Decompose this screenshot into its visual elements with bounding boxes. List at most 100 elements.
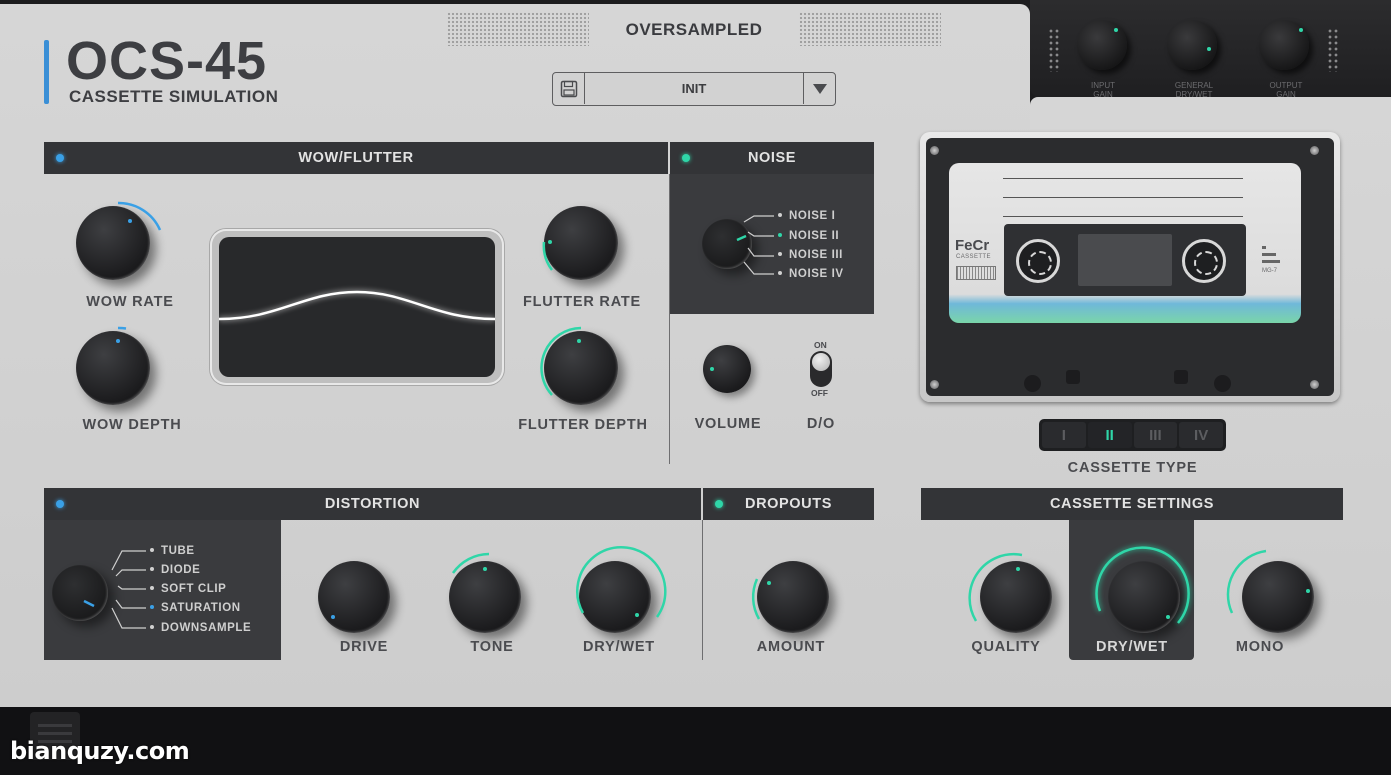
- quality-label: QUALITY: [971, 639, 1041, 655]
- cassette-drywet-knob[interactable]: [1095, 546, 1190, 633]
- screw: [930, 146, 939, 155]
- save-preset-button[interactable]: [553, 73, 585, 104]
- screw: [930, 380, 939, 389]
- mono-knob[interactable]: [1226, 549, 1314, 633]
- speaker-grille-left: [447, 12, 589, 46]
- cassette-type-4[interactable]: IV: [1179, 422, 1223, 448]
- noise-header: NOISE: [670, 142, 874, 174]
- mg-logo-icon: [1262, 246, 1280, 263]
- section-title: DISTORTION: [324, 496, 421, 512]
- screw: [1310, 146, 1319, 155]
- noise-option-2[interactable]: NOISE II: [778, 230, 839, 242]
- wow-depth-knob[interactable]: [76, 326, 170, 405]
- section-title: DROPOUTS: [745, 496, 832, 512]
- section-title: NOISE: [747, 150, 797, 166]
- cassette-type-1[interactable]: I: [1042, 422, 1086, 448]
- dist-option-diode[interactable]: DIODE: [150, 564, 200, 576]
- dropouts-header: DROPOUTS: [703, 488, 874, 520]
- noise-option-3[interactable]: NOISE III: [778, 249, 843, 261]
- watermark: bianquzy.com: [10, 737, 190, 765]
- cassette-settings-header: CASSETTE SETTINGS: [921, 488, 1343, 520]
- flutter-depth-label: FLUTTER DEPTH: [518, 417, 648, 433]
- selector-lines: [743, 215, 774, 275]
- toggle-on-label: ON: [814, 340, 827, 350]
- cassette-type-label: CASSETTE TYPE: [1067, 460, 1198, 476]
- barcode: [956, 266, 996, 280]
- drive-label: DRIVE: [339, 639, 389, 655]
- triangle-down-icon: [812, 83, 827, 94]
- cassette-hole: [1024, 375, 1041, 392]
- cassette-type-selector: I II III IV: [1039, 419, 1226, 451]
- section-title: WOW/FLUTTER: [298, 150, 414, 166]
- knob-arc: [1226, 549, 1267, 614]
- toggle-thumb: [812, 353, 830, 371]
- cassette-notch: [1174, 370, 1188, 384]
- section-title: CASSETTE SETTINGS: [1049, 496, 1215, 512]
- knob-pointer: [83, 599, 95, 608]
- speaker-grille-right: [799, 12, 941, 46]
- selector-lines: [111, 550, 146, 629]
- tape-window: [1078, 234, 1172, 286]
- cassette-type-3[interactable]: III: [1133, 422, 1178, 448]
- wow-rate-label: WOW RATE: [86, 294, 174, 310]
- logo-subtitle: CASSETTE SIMULATION: [69, 87, 279, 106]
- drive-knob[interactable]: [318, 553, 402, 633]
- preset-name[interactable]: INIT: [585, 73, 803, 104]
- wow-flutter-led[interactable]: [56, 154, 64, 162]
- volume-knob[interactable]: [703, 345, 751, 393]
- tone-label: TONE: [470, 639, 514, 655]
- cassette-hole: [1214, 375, 1231, 392]
- flutter-rate-label: FLUTTER RATE: [522, 294, 642, 310]
- distortion-type-knob[interactable]: [52, 565, 108, 621]
- preset-dropdown-button[interactable]: [803, 73, 835, 104]
- knob-arc: [576, 546, 667, 618]
- wow-waveform-display: [210, 229, 504, 385]
- cassette-type-2[interactable]: II: [1087, 422, 1132, 448]
- dropouts-amount-knob[interactable]: [751, 553, 837, 633]
- floppy-disk-icon: [560, 80, 577, 97]
- dist-option-saturation[interactable]: SATURATION: [150, 602, 241, 614]
- screw: [1310, 380, 1319, 389]
- dropouts-led[interactable]: [715, 500, 723, 508]
- cassette-brand: FeCr: [955, 237, 990, 254]
- divider: [702, 520, 703, 660]
- wow-flutter-header: WOW/FLUTTER: [44, 142, 668, 174]
- dropout-toggle[interactable]: [810, 351, 832, 387]
- dot-decoration-left: [1048, 28, 1060, 72]
- output-gain-knob[interactable]: [1259, 20, 1309, 70]
- oversampled-button[interactable]: OVERSAMPLED: [590, 20, 798, 40]
- wow-depth-label: WOW DEPTH: [82, 417, 182, 433]
- knob-indicator: [1299, 28, 1303, 32]
- tone-knob[interactable]: [449, 552, 533, 633]
- plugin-window: OCS-45 CASSETTE SIMULATION OVERSAMPLED I…: [0, 0, 1391, 775]
- general-drywet-knob[interactable]: [1167, 20, 1217, 70]
- knob-arc: [540, 326, 582, 396]
- cassette-notch: [1066, 370, 1080, 384]
- toggle-off-label: OFF: [811, 388, 828, 398]
- noise-option-4[interactable]: NOISE IV: [778, 268, 844, 280]
- noise-option-1[interactable]: NOISE I: [778, 210, 835, 222]
- knob-arc: [451, 552, 490, 574]
- dot-decoration-right: [1327, 28, 1339, 72]
- left-reel: [1016, 239, 1060, 283]
- distortion-header: DISTORTION: [44, 488, 701, 520]
- flutter-rate-knob[interactable]: [542, 206, 618, 280]
- input-gain-knob[interactable]: [1077, 20, 1127, 70]
- input-gain-label: INPUT GAIN: [1091, 81, 1115, 99]
- knob-indicator: [1114, 28, 1118, 32]
- quality-knob[interactable]: [968, 553, 1052, 633]
- cassette-drywet-label: DRY/WET: [1096, 639, 1168, 655]
- host-bottom-bar: [0, 707, 1391, 775]
- waveform-screen: [219, 237, 495, 377]
- distortion-led[interactable]: [56, 500, 64, 508]
- wow-rate-knob[interactable]: [76, 201, 170, 280]
- knob-arc: [751, 578, 761, 620]
- flutter-depth-knob[interactable]: [540, 326, 618, 405]
- preset-bar: INIT: [552, 72, 836, 106]
- dist-option-downsample[interactable]: DOWNSAMPLE: [150, 622, 251, 634]
- dist-option-soft-clip[interactable]: SOFT CLIP: [150, 583, 226, 595]
- distortion-drywet-knob[interactable]: [576, 546, 667, 633]
- noise-led[interactable]: [682, 154, 690, 162]
- mono-label: MONO: [1235, 639, 1285, 655]
- dist-option-tube[interactable]: TUBE: [150, 545, 195, 557]
